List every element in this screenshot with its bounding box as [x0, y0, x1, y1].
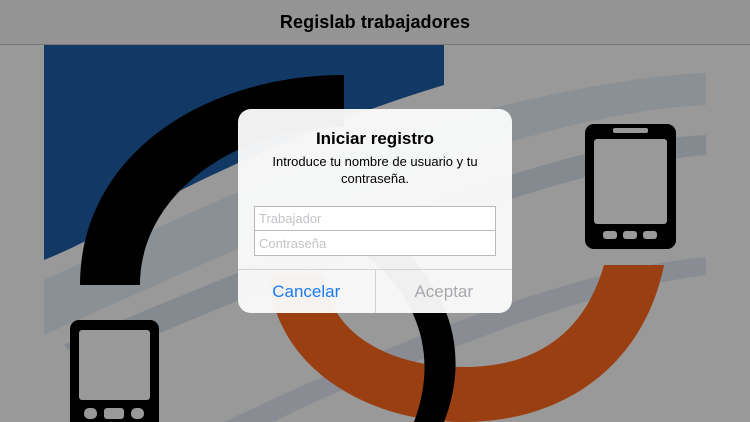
alert-message: Introduce tu nombre de usuario y tu cont… — [272, 154, 478, 186]
alert-button-row: Cancelar Aceptar — [238, 269, 512, 313]
login-alert-dialog: Iniciar registro Introduce tu nombre de … — [238, 109, 512, 313]
app-screen: Regislab trabajadores Iniciar registro I… — [0, 0, 750, 422]
accept-button[interactable]: Aceptar — [376, 270, 513, 313]
alert-title: Iniciar registro — [315, 129, 435, 148]
password-field[interactable] — [254, 231, 496, 256]
cancel-button[interactable]: Cancelar — [238, 270, 376, 313]
username-field[interactable] — [254, 206, 496, 231]
